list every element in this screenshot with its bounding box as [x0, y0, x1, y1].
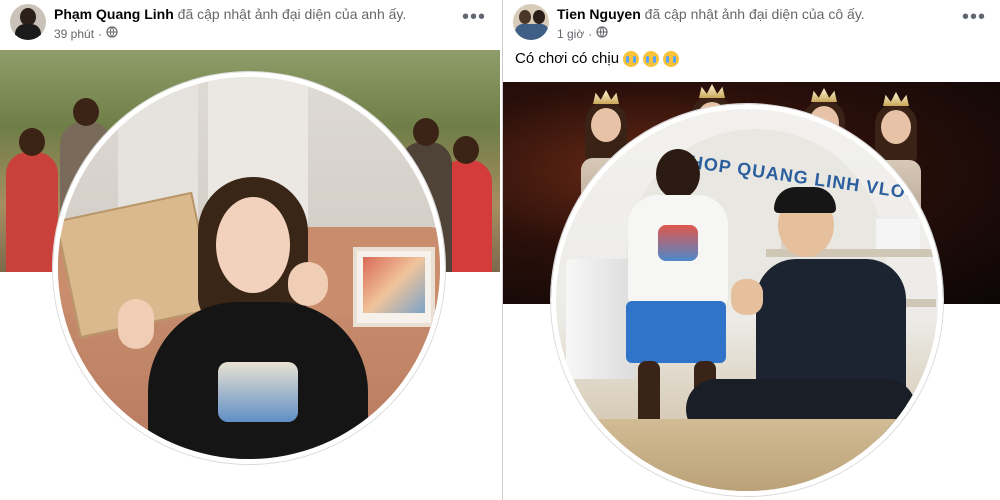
post-action-text: đã cập nhật ảnh đại diện của anh ấy.	[177, 6, 407, 22]
author-name[interactable]: Phạm Quang Linh	[54, 6, 174, 22]
shelf-item	[876, 219, 920, 249]
hand	[118, 299, 154, 349]
author-avatar[interactable]	[10, 4, 46, 40]
author-name[interactable]: Tien Nguyen	[557, 6, 641, 22]
crying-face-icon	[663, 50, 680, 67]
globe-icon	[106, 26, 118, 41]
crying-face-icon	[643, 50, 660, 67]
post-header: Tien Nguyen đã cập nhật ảnh đại diện của…	[503, 0, 1000, 48]
crying-face-icon	[623, 50, 640, 67]
post-title: Phạm Quang Linh đã cập nhật ảnh đại diện…	[54, 0, 500, 22]
caption-text: Có chơi có chịu	[515, 50, 620, 67]
child-head	[656, 149, 700, 199]
child-tshirt	[628, 195, 728, 305]
post-caption: Có chơi có chịu	[515, 50, 680, 67]
profile-picture[interactable]: SHOP QUANG LINH VLOG	[551, 104, 943, 496]
man-hair	[774, 187, 836, 213]
person-face	[216, 197, 290, 293]
post-action-text: đã cập nhật ảnh đại diện của cô ấy.	[644, 6, 865, 22]
meta-separator: ·	[98, 26, 103, 41]
wooden-floor	[556, 419, 938, 491]
post-meta: 1 giờ ·	[557, 26, 1000, 41]
globe-icon	[596, 26, 608, 41]
more-options-icon[interactable]: •••	[462, 6, 486, 29]
author-avatar[interactable]	[513, 4, 549, 40]
more-options-icon[interactable]: •••	[962, 6, 986, 29]
framed-picture	[353, 247, 435, 327]
post-time[interactable]: 39 phút	[54, 27, 94, 41]
post-title: Tien Nguyen đã cập nhật ảnh đại diện của…	[557, 0, 1000, 22]
black-tshirt	[148, 302, 368, 459]
profile-picture[interactable]	[53, 72, 445, 464]
child-shorts	[626, 301, 726, 363]
post-meta: 39 phút ·	[54, 26, 500, 41]
post-left: Phạm Quang Linh đã cập nhật ảnh đại diện…	[0, 0, 500, 500]
child-figure	[6, 128, 58, 272]
post-header: Phạm Quang Linh đã cập nhật ảnh đại diện…	[0, 0, 500, 48]
meta-separator: ·	[588, 26, 593, 41]
thumbs-up-hand	[731, 279, 763, 315]
post-time[interactable]: 1 giờ	[557, 27, 584, 41]
hand	[288, 262, 328, 306]
